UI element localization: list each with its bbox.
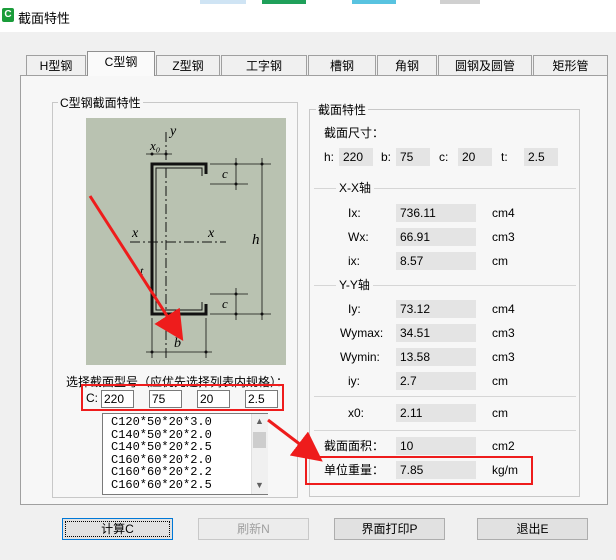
annotation-arrows [88,195,323,462]
arrow-to-weight [267,418,323,462]
arrow-to-diagram [88,195,184,342]
tab-c-steel[interactable]: C型钢 [87,51,155,76]
